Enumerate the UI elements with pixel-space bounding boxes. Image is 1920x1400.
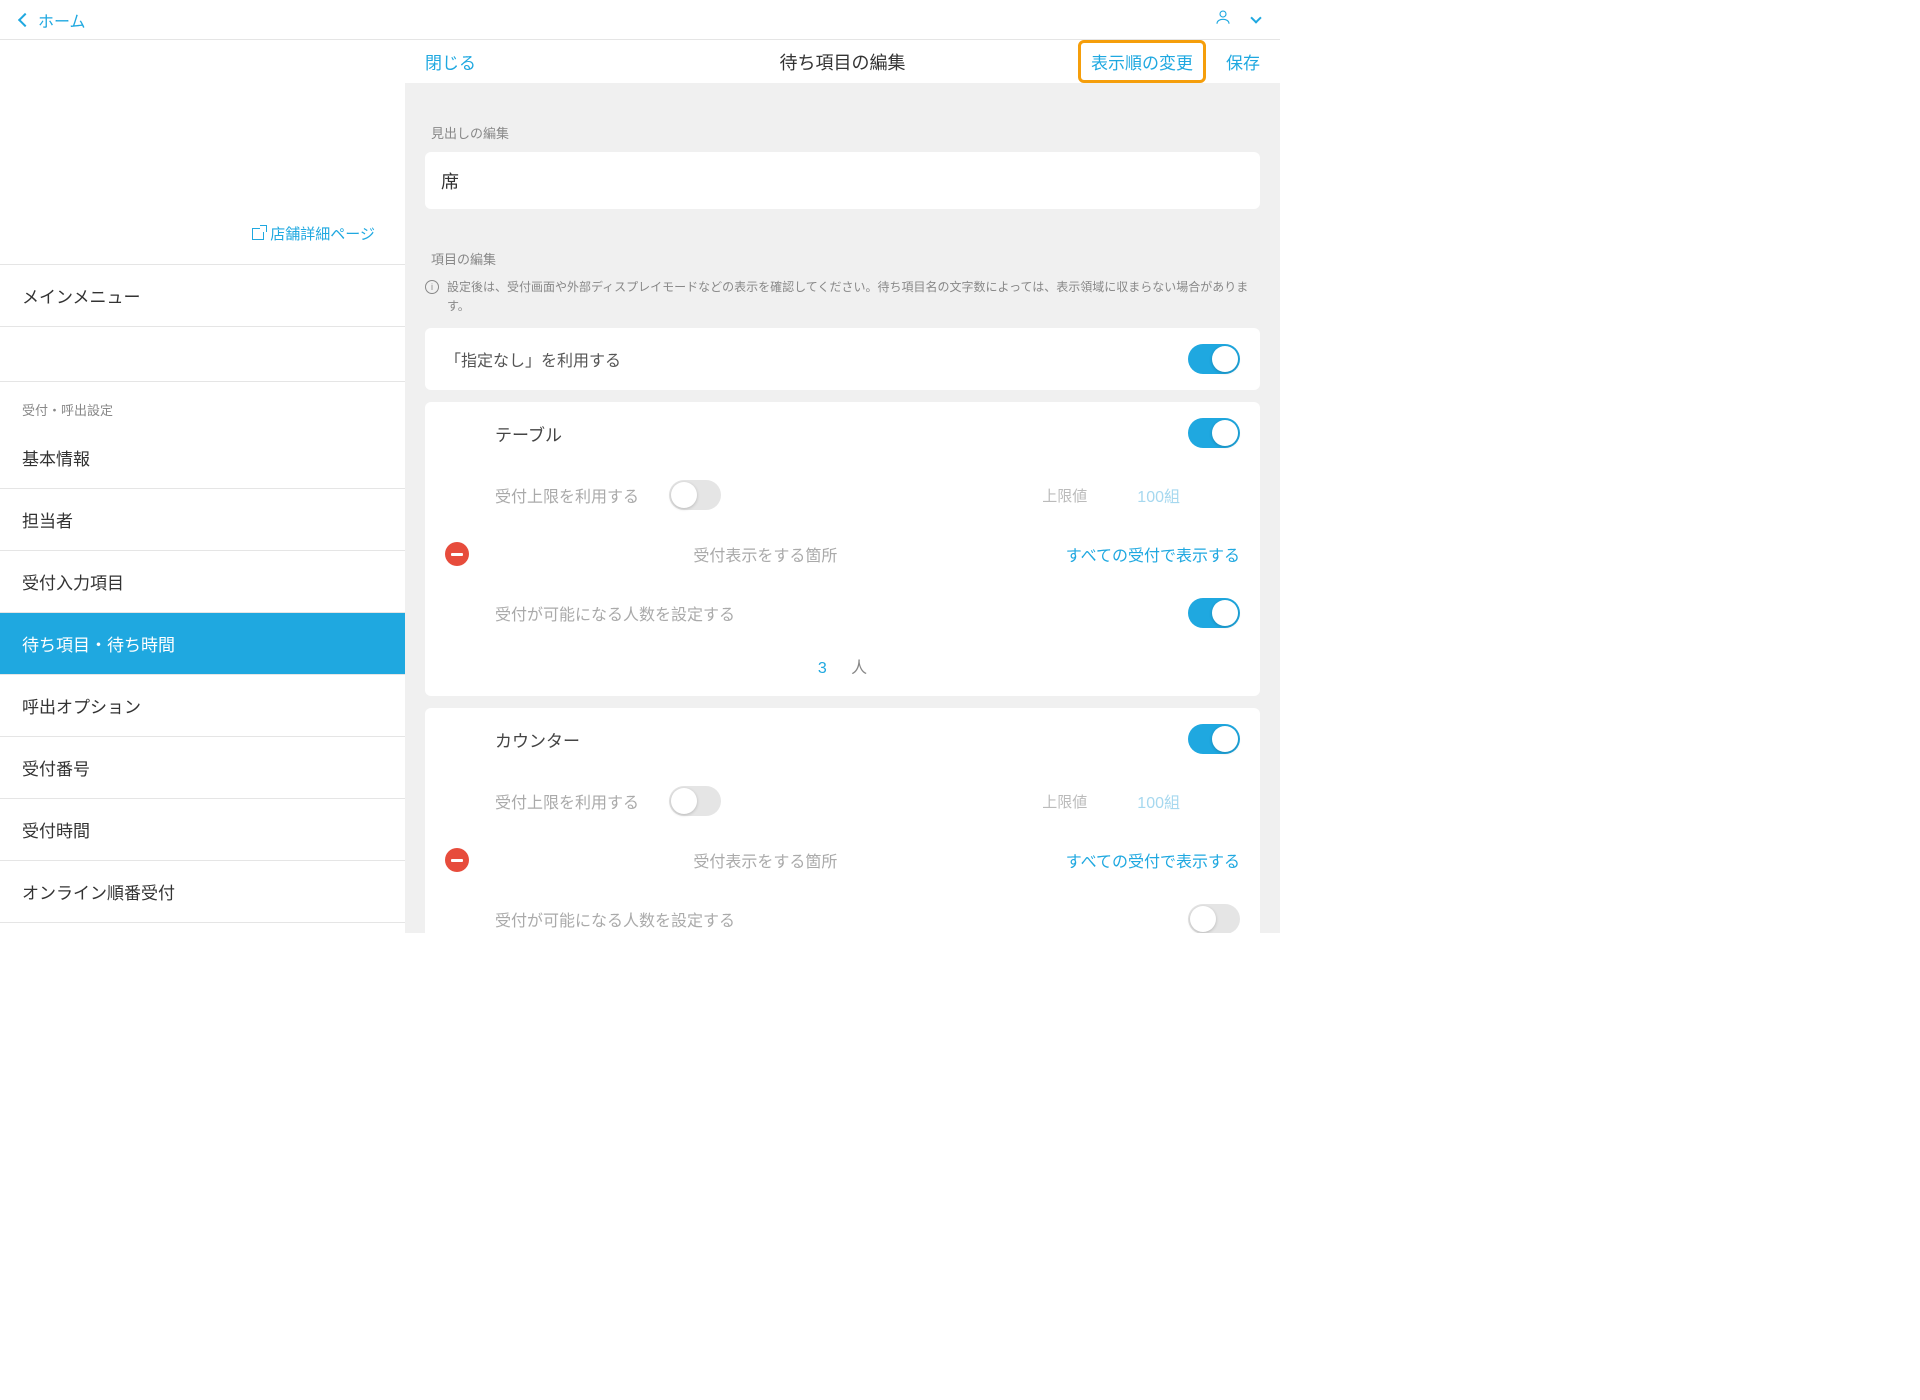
- sidebar: 店舗詳細ページ メインメニュー 受付・呼出設定 基本情報 担当者 受付入力項目 …: [0, 40, 405, 933]
- store-detail-link[interactable]: 店舗詳細ページ: [252, 223, 375, 244]
- use-none-label: 「指定なし」を利用する: [445, 347, 621, 371]
- page-title: 待ち項目の編集: [780, 49, 906, 75]
- sidebar-item-time[interactable]: 受付時間: [0, 799, 405, 861]
- group1-limit-toggle[interactable]: [669, 480, 721, 510]
- group2-remove-button[interactable]: [445, 848, 469, 872]
- group1-display-value[interactable]: すべての受付で表示する: [1066, 542, 1240, 566]
- sidebar-item-basic[interactable]: 基本情報: [0, 427, 405, 489]
- sidebar-item-wait[interactable]: 待ち項目・待ち時間: [0, 613, 405, 675]
- main-header: 閉じる 待ち項目の編集 表示順の変更 保存: [405, 40, 1280, 83]
- sidebar-item-online[interactable]: オンライン順番受付: [0, 861, 405, 923]
- group1-capacity-value: 3 人: [425, 644, 1260, 696]
- group1-capacity-toggle[interactable]: [1188, 598, 1240, 628]
- heading-input[interactable]: [425, 152, 1260, 209]
- group2-limit-label: 受付上限を利用する: [495, 789, 639, 813]
- heading-edit-label: 見出しの編集: [431, 123, 1260, 142]
- group2-limit-value: 100組: [1137, 789, 1180, 813]
- sidebar-main-menu[interactable]: メインメニュー: [0, 265, 405, 327]
- group2-toggle[interactable]: [1188, 724, 1240, 754]
- store-link-label: 店舗詳細ページ: [270, 223, 375, 244]
- capacity-unit: 人: [851, 660, 867, 677]
- sidebar-spacer: [0, 327, 405, 382]
- main-panel: 閉じる 待ち項目の編集 表示順の変更 保存 見出しの編集 項目の編集 i 設定後…: [405, 40, 1280, 933]
- items-edit-label: 項目の編集: [431, 249, 1260, 268]
- group2-display-value[interactable]: すべての受付で表示する: [1066, 848, 1240, 872]
- group1-remove-button[interactable]: [445, 542, 469, 566]
- back-label: ホーム: [38, 8, 86, 32]
- info-text: 設定後は、受付画面や外部ディスプレイモードなどの表示を確認してください。待ち項目…: [447, 278, 1260, 316]
- group1-display-label: 受付表示をする箇所: [693, 542, 837, 566]
- group1-limit-value-label: 上限値: [1042, 485, 1087, 506]
- external-link-icon: [252, 228, 264, 240]
- sidebar-item-input[interactable]: 受付入力項目: [0, 551, 405, 613]
- group2-display-label: 受付表示をする箇所: [693, 848, 837, 872]
- top-bar: ホーム: [0, 0, 1280, 40]
- use-none-toggle[interactable]: [1188, 344, 1240, 374]
- chevron-left-icon: [18, 12, 32, 26]
- sidebar-item-number[interactable]: 受付番号: [0, 737, 405, 799]
- group2-name: カウンター: [495, 727, 580, 752]
- save-button[interactable]: 保存: [1226, 49, 1260, 74]
- group2-capacity-toggle[interactable]: [1188, 904, 1240, 933]
- back-button[interactable]: ホーム: [20, 8, 86, 32]
- chevron-down-icon[interactable]: [1250, 12, 1261, 23]
- group1-limit-value: 100組: [1137, 483, 1180, 507]
- close-button[interactable]: 閉じる: [425, 49, 476, 74]
- sidebar-item-staff[interactable]: 担当者: [0, 489, 405, 551]
- group2-limit-value-label: 上限値: [1042, 791, 1087, 812]
- group1-name: テーブル: [495, 421, 562, 446]
- user-icon[interactable]: [1214, 8, 1232, 31]
- group1-toggle[interactable]: [1188, 418, 1240, 448]
- sidebar-item-call[interactable]: 呼出オプション: [0, 675, 405, 737]
- group1-capacity-label: 受付が可能になる人数を設定する: [495, 601, 735, 625]
- info-note: i 設定後は、受付画面や外部ディスプレイモードなどの表示を確認してください。待ち…: [425, 278, 1260, 316]
- sidebar-item-restaurant[interactable]: レストランボード連携: [0, 923, 405, 933]
- capacity-number[interactable]: 3: [818, 660, 827, 677]
- use-none-row: 「指定なし」を利用する: [425, 328, 1260, 390]
- info-icon: i: [425, 280, 439, 294]
- group2-limit-toggle[interactable]: [669, 786, 721, 816]
- reorder-button[interactable]: 表示順の変更: [1078, 40, 1206, 83]
- sidebar-section-label: 受付・呼出設定: [0, 382, 405, 427]
- group1-limit-label: 受付上限を利用する: [495, 483, 639, 507]
- group2-capacity-label: 受付が可能になる人数を設定する: [495, 907, 735, 931]
